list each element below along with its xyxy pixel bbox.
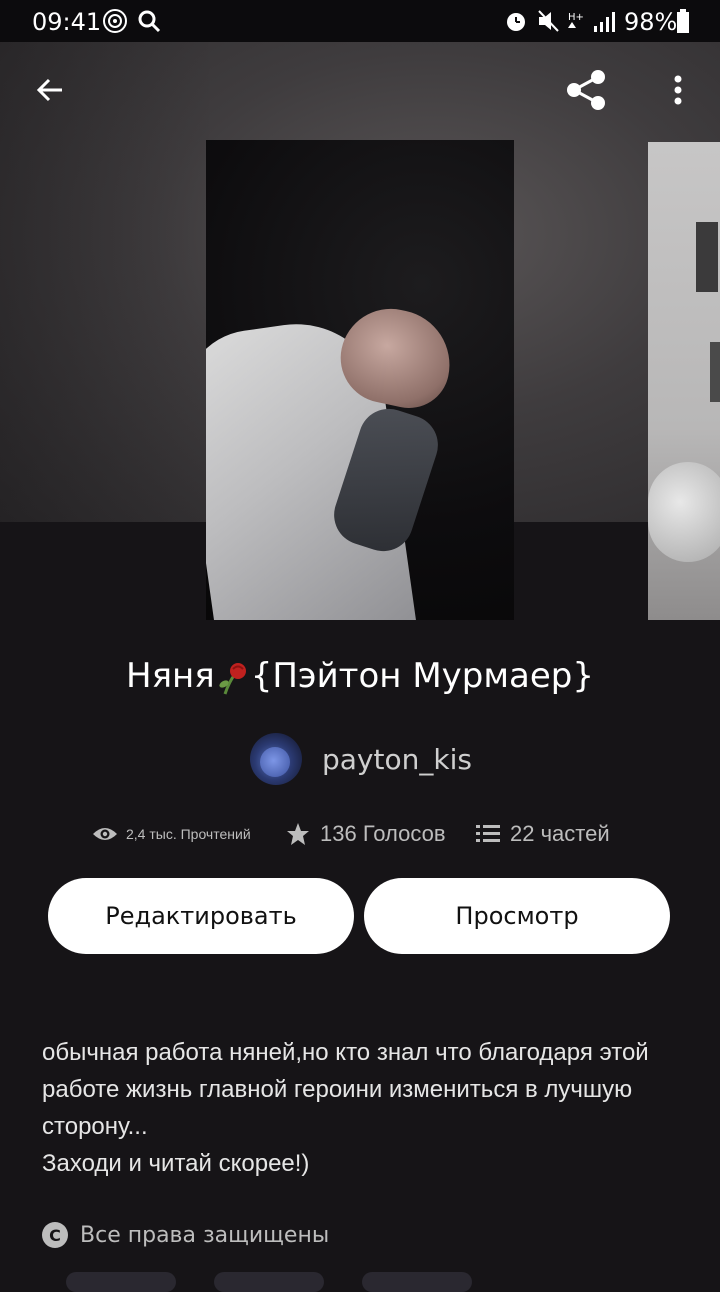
copyright-icon: C — [42, 1222, 68, 1248]
author-avatar[interactable] — [250, 733, 302, 785]
signal-icon — [594, 12, 615, 32]
alarm-icon — [507, 13, 525, 31]
votes-count: 136 Голосов — [320, 821, 446, 846]
tag-chip[interactable] — [214, 1272, 324, 1292]
edit-button[interactable]: Редактировать — [48, 878, 354, 954]
copyright-row: C Все права защищены — [42, 1222, 329, 1248]
list-icon — [476, 825, 500, 842]
status-bar: 09:41 H+ 98% — [0, 0, 720, 42]
network-icon: H+ — [568, 12, 584, 28]
battery-percent: 98% — [624, 8, 678, 36]
eye-icon — [93, 828, 117, 840]
story-description: обычная работа няней,но кто знал что бла… — [42, 1034, 692, 1182]
reads-count: 2,4 тыс. Прочтений — [126, 826, 251, 842]
story-cover-image[interactable] — [206, 140, 514, 620]
preview-button[interactable]: Просмотр — [364, 878, 670, 954]
tag-chip[interactable] — [362, 1272, 472, 1292]
battery-icon — [677, 9, 689, 33]
author-row[interactable]: payton_kis — [250, 732, 472, 786]
stat-reads: 2,4 тыс. Прочтений — [92, 814, 251, 854]
parts-count: 22 частей — [510, 821, 610, 846]
story-title: Няня {Пэйтон Мурмаер} — [0, 656, 720, 696]
share-icon — [567, 70, 605, 110]
more-vertical-icon — [674, 75, 682, 105]
cover-frame-shape — [696, 222, 718, 292]
description-line: обычная работа няней,но кто знал что бла… — [42, 1039, 649, 1140]
share-button[interactable] — [558, 62, 614, 118]
search-status-icon — [138, 10, 161, 33]
arrow-left-icon — [36, 78, 62, 102]
cover-frame-shape — [710, 342, 720, 402]
fingerprint-icon — [103, 9, 127, 33]
mute-icon — [538, 10, 559, 32]
tag-chip[interactable] — [66, 1272, 176, 1292]
stat-parts: 22 частей — [476, 814, 610, 854]
story-title-suffix: {Пэйтон Мурмаер} — [250, 656, 594, 696]
description-line: Заходи и читай скорее!) — [42, 1150, 310, 1177]
stat-votes: 136 Голосов — [286, 814, 446, 854]
status-time: 09:41 — [32, 8, 102, 36]
next-story-cover[interactable] — [648, 142, 720, 620]
copyright-text: Все права защищены — [80, 1222, 330, 1248]
author-name[interactable]: payton_kis — [322, 743, 472, 776]
more-options-button[interactable] — [650, 62, 706, 118]
story-stats: 2,4 тыс. Прочтений 136 Голосов 22 частей — [0, 814, 720, 854]
avatar-face-shape — [260, 747, 290, 777]
star-icon — [287, 823, 309, 845]
cover-blob-shape — [648, 462, 720, 562]
rose-icon — [219, 662, 246, 694]
back-button[interactable] — [22, 62, 78, 118]
story-title-text: Няня — [126, 656, 215, 696]
svg-text:H+: H+ — [568, 12, 584, 23]
